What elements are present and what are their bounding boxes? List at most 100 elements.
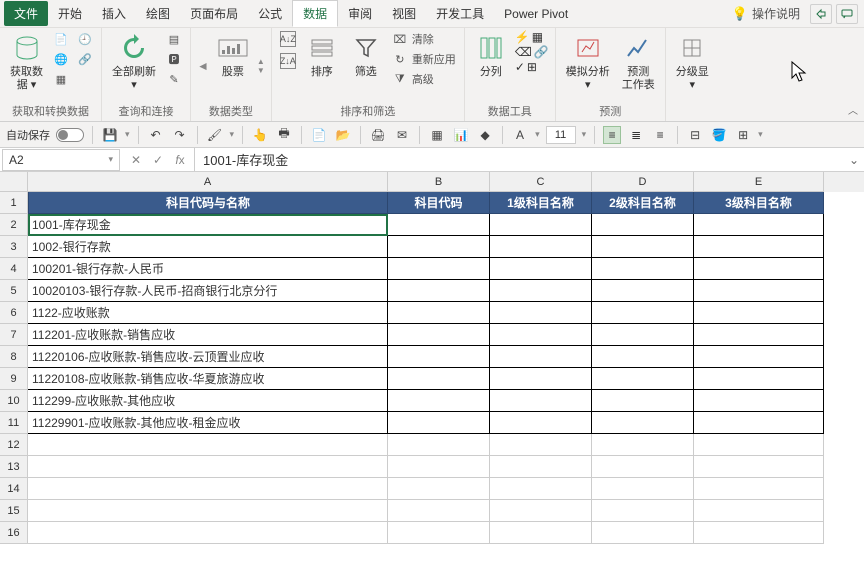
queries-conn-icon[interactable]: ▤ xyxy=(164,30,184,48)
cell-B11[interactable] xyxy=(388,412,490,434)
stocks-button[interactable]: 股票 xyxy=(213,30,253,81)
advanced-filter-button[interactable]: ⧩高级 xyxy=(390,70,458,88)
col-header-B[interactable]: B xyxy=(388,172,490,192)
cell-B10[interactable] xyxy=(388,390,490,412)
cell-B16[interactable] xyxy=(388,522,490,544)
align-left-icon[interactable]: ≡ xyxy=(603,126,621,144)
menu-Power Pivot[interactable]: Power Pivot xyxy=(494,3,578,25)
row-header-16[interactable]: 16 xyxy=(0,522,28,544)
row-header-4[interactable]: 4 xyxy=(0,258,28,280)
formula-input[interactable]: 1001-库存现金 xyxy=(195,150,844,169)
share-icon[interactable] xyxy=(810,4,832,24)
undo-icon[interactable]: ↶ xyxy=(147,126,165,144)
row-header-5[interactable]: 5 xyxy=(0,280,28,302)
cell-D14[interactable] xyxy=(592,478,694,500)
cell-D2[interactable] xyxy=(592,214,694,236)
cell-E8[interactable] xyxy=(694,346,824,368)
cell-B15[interactable] xyxy=(388,500,490,522)
cell-A16[interactable] xyxy=(28,522,388,544)
cell-C14[interactable] xyxy=(490,478,592,500)
forecast-sheet-button[interactable]: 预测 工作表 xyxy=(618,30,659,94)
cell-B4[interactable] xyxy=(388,258,490,280)
row-header-7[interactable]: 7 xyxy=(0,324,28,346)
clear-filter-button[interactable]: ⌧清除 xyxy=(390,30,458,48)
row-header-6[interactable]: 6 xyxy=(0,302,28,324)
cell-B5[interactable] xyxy=(388,280,490,302)
scroll-down-icon[interactable]: ▼ xyxy=(257,66,265,75)
row-header-10[interactable]: 10 xyxy=(0,390,28,412)
existing-conn-icon[interactable]: 🔗 xyxy=(75,50,95,68)
from-text-icon[interactable]: 📄 xyxy=(51,30,71,48)
remove-dup-icon[interactable]: ⌫ xyxy=(515,45,532,59)
borders-icon[interactable]: ⊞ xyxy=(734,126,752,144)
cell-A1[interactable]: 科目代码与名称 xyxy=(28,192,388,214)
fill-icon[interactable]: 🪣 xyxy=(710,126,728,144)
cell-A15[interactable] xyxy=(28,500,388,522)
cell-E11[interactable] xyxy=(694,412,824,434)
cell-D12[interactable] xyxy=(592,434,694,456)
cell-C9[interactable] xyxy=(490,368,592,390)
cell-D8[interactable] xyxy=(592,346,694,368)
row-header-12[interactable]: 12 xyxy=(0,434,28,456)
row-header-1[interactable]: 1 xyxy=(0,192,28,214)
merge-icon[interactable]: ⊟ xyxy=(686,126,704,144)
cell-D9[interactable] xyxy=(592,368,694,390)
redo-icon[interactable]: ↷ xyxy=(171,126,189,144)
cell-C7[interactable] xyxy=(490,324,592,346)
cell-B9[interactable] xyxy=(388,368,490,390)
menu-数据[interactable]: 数据 xyxy=(292,0,338,27)
select-all-button[interactable] xyxy=(0,172,28,192)
cell-D5[interactable] xyxy=(592,280,694,302)
get-data-button[interactable]: 获取数 据 ▾ xyxy=(6,30,47,94)
cell-D15[interactable] xyxy=(592,500,694,522)
cell-E10[interactable] xyxy=(694,390,824,412)
outline-button[interactable]: 分级显 ▾ xyxy=(672,30,713,94)
edit-links-icon[interactable]: ✎ xyxy=(164,70,184,88)
menu-公式[interactable]: 公式 xyxy=(248,1,292,26)
spreadsheet-grid[interactable]: ABCDE 12345678910111213141516 科目代码与名称科目代… xyxy=(0,172,864,582)
cell-D7[interactable] xyxy=(592,324,694,346)
cell-D4[interactable] xyxy=(592,258,694,280)
properties-icon[interactable]: 🅿 xyxy=(164,50,184,68)
save-icon[interactable]: 💾 xyxy=(101,126,119,144)
cell-C8[interactable] xyxy=(490,346,592,368)
autosave-toggle[interactable] xyxy=(56,128,84,142)
data-validation-icon[interactable]: ✓ xyxy=(515,60,525,74)
cell-C15[interactable] xyxy=(490,500,592,522)
cell-D11[interactable] xyxy=(592,412,694,434)
freeze-icon[interactable]: ▦ xyxy=(428,126,446,144)
open-icon[interactable]: 📂 xyxy=(334,126,352,144)
row-header-8[interactable]: 8 xyxy=(0,346,28,368)
cell-B1[interactable]: 科目代码 xyxy=(388,192,490,214)
scroll-up-icon[interactable]: ▲ xyxy=(257,57,265,66)
cell-A8[interactable]: 11220106-应收账款-销售应收-云顶置业应收 xyxy=(28,346,388,368)
row-header-13[interactable]: 13 xyxy=(0,456,28,478)
what-if-button[interactable]: 模拟分析 ▾ xyxy=(562,30,614,94)
cell-B3[interactable] xyxy=(388,236,490,258)
cell-C5[interactable] xyxy=(490,280,592,302)
col-header-A[interactable]: A xyxy=(28,172,388,192)
menu-开发工具[interactable]: 开发工具 xyxy=(426,1,494,26)
cell-C16[interactable] xyxy=(490,522,592,544)
reapply-button[interactable]: ↻重新应用 xyxy=(390,50,458,68)
print-icon[interactable]: 🖶 xyxy=(275,126,293,144)
cell-B12[interactable] xyxy=(388,434,490,456)
filter-button[interactable]: 筛选 xyxy=(346,30,386,81)
refresh-all-button[interactable]: 全部刷新 ▾ xyxy=(108,30,160,94)
prev-type-icon[interactable]: ◄ xyxy=(197,59,209,73)
cell-E14[interactable] xyxy=(694,478,824,500)
cell-E2[interactable] xyxy=(694,214,824,236)
cell-C6[interactable] xyxy=(490,302,592,324)
col-header-E[interactable]: E xyxy=(694,172,824,192)
cell-E9[interactable] xyxy=(694,368,824,390)
menu-开始[interactable]: 开始 xyxy=(48,1,92,26)
align-right-icon[interactable]: ≡ xyxy=(651,126,669,144)
cell-C12[interactable] xyxy=(490,434,592,456)
touch-mode-icon[interactable]: 👆 xyxy=(251,126,269,144)
cell-D16[interactable] xyxy=(592,522,694,544)
brush-icon[interactable]: 🖌 xyxy=(206,126,224,144)
help-icon[interactable]: 💡 xyxy=(728,6,752,22)
sort-za-button[interactable]: Z↓A xyxy=(278,52,298,70)
tell-me[interactable]: 操作说明 xyxy=(752,5,808,22)
enter-icon[interactable]: ✓ xyxy=(148,150,168,170)
